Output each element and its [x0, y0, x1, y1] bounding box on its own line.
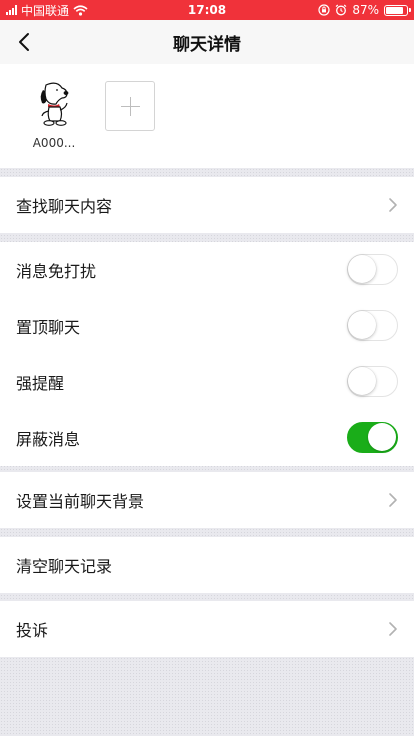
report-row[interactable]: 投诉 [0, 601, 414, 657]
chevron-left-icon [19, 33, 29, 51]
toggle-section: 消息免打扰 置顶聊天 强提醒 屏蔽消息 [0, 242, 414, 466]
chat-background-row[interactable]: 设置当前聊天背景 [0, 472, 414, 528]
report-section: 投诉 [0, 601, 414, 657]
switch-knob [348, 255, 376, 283]
clear-history-row[interactable]: 清空聊天记录 [0, 537, 414, 593]
pin-chat-switch[interactable] [347, 310, 398, 341]
report-label: 投诉 [16, 621, 49, 640]
member-name: A000... [32, 136, 76, 150]
snoopy-avatar [29, 78, 79, 128]
clear-history-label: 清空聊天记录 [16, 557, 113, 576]
page-title: 聊天详情 [173, 34, 241, 55]
block-messages-label: 屏蔽消息 [16, 430, 81, 449]
block-messages-switch[interactable] [347, 422, 398, 453]
carrier-label: 中国联通 [21, 3, 70, 18]
find-section: 查找聊天内容 [0, 177, 414, 233]
back-button[interactable] [10, 28, 38, 56]
switch-knob [348, 311, 376, 339]
mute-row: 消息免打扰 [0, 242, 414, 298]
member-item[interactable]: A000... [26, 78, 82, 150]
status-right: 87% [318, 3, 411, 17]
chevron-right-icon [389, 198, 397, 212]
signal-icon [6, 5, 17, 15]
find-chat-content-label: 查找聊天内容 [16, 197, 113, 216]
pin-chat-row: 置顶聊天 [0, 298, 414, 354]
block-messages-row: 屏蔽消息 [0, 410, 414, 466]
strong-reminder-row: 强提醒 [0, 354, 414, 410]
background-section: 设置当前聊天背景 [0, 472, 414, 528]
battery-percent: 87% [352, 3, 379, 17]
alarm-icon [335, 4, 347, 16]
switch-knob [348, 367, 376, 395]
status-left: 中国联通 [6, 2, 88, 19]
switch-knob [368, 423, 396, 451]
member-grid: A000... [0, 64, 414, 168]
strong-reminder-switch[interactable] [347, 366, 398, 397]
mute-label: 消息免打扰 [16, 262, 97, 281]
mute-switch[interactable] [347, 254, 398, 285]
status-bar: 中国联通 17:08 87% [0, 0, 414, 20]
chevron-right-icon [389, 493, 397, 507]
chat-background-label: 设置当前聊天背景 [16, 492, 145, 511]
pin-chat-label: 置顶聊天 [16, 318, 81, 337]
battery-icon [384, 4, 411, 16]
clear-section: 清空聊天记录 [0, 537, 414, 593]
navigation-bar: 聊天详情 [0, 20, 414, 64]
chevron-right-icon [389, 622, 397, 636]
find-chat-content-row[interactable]: 查找聊天内容 [0, 177, 414, 233]
strong-reminder-label: 强提醒 [16, 374, 65, 393]
wifi-icon [73, 4, 88, 16]
add-member-button[interactable] [105, 81, 155, 131]
orientation-lock-icon [318, 4, 330, 16]
